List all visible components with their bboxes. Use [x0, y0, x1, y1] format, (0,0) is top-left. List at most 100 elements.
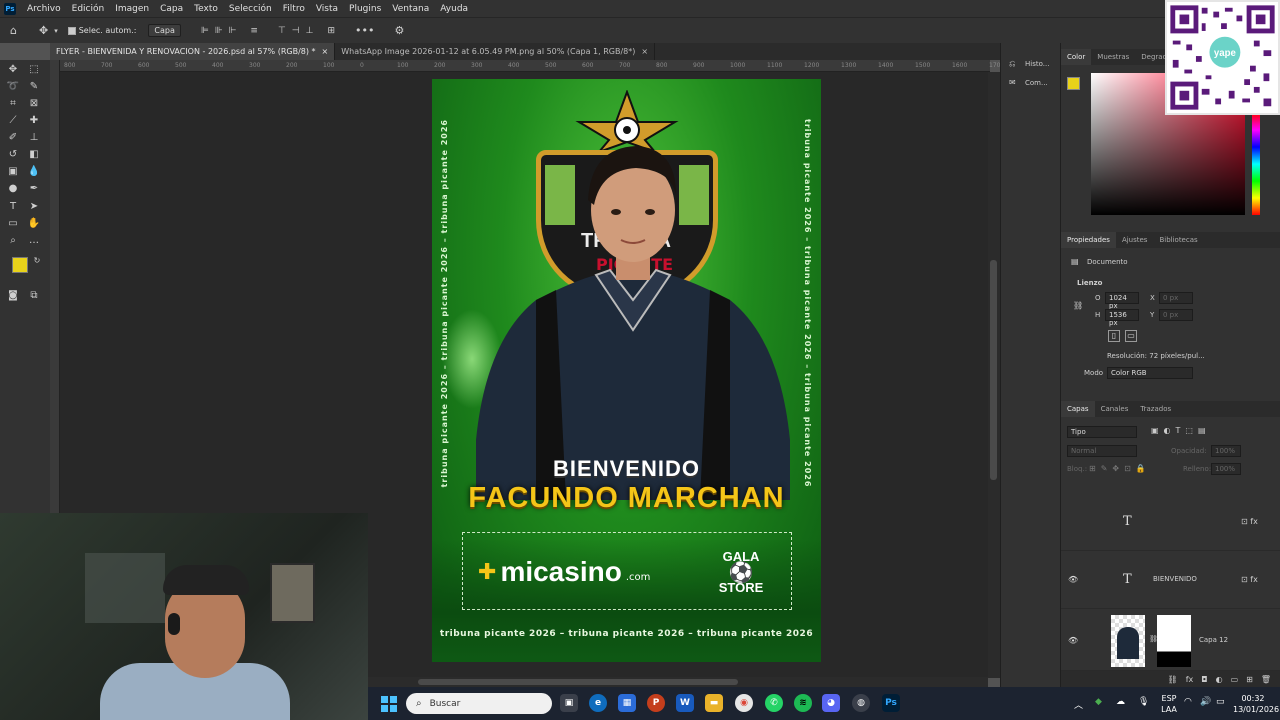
- vertical-scroll-thumb[interactable]: [990, 260, 997, 480]
- quick-select-tool-icon[interactable]: ✎: [27, 80, 41, 94]
- eraser-tool-icon[interactable]: ◧: [27, 148, 41, 162]
- fill-field[interactable]: 100%: [1211, 463, 1241, 475]
- link-icon[interactable]: ⛓: [1073, 301, 1083, 310]
- visibility-eye-icon[interactable]: 👁: [1068, 636, 1078, 645]
- align-bottom-icon[interactable]: ⊥: [306, 26, 314, 36]
- x-field[interactable]: 0 px: [1159, 292, 1193, 304]
- auto-select-checkbox[interactable]: Selec. autom.:: [67, 26, 136, 35]
- history-brush-icon[interactable]: ↺: [6, 148, 20, 162]
- adjustment-layer-icon[interactable]: ◐: [1216, 675, 1223, 684]
- horizontal-scroll-thumb[interactable]: [418, 679, 738, 685]
- tray-chevron-icon[interactable]: ︿: [1074, 698, 1083, 711]
- more-options-icon[interactable]: •••: [355, 24, 374, 37]
- align-left-icon[interactable]: ⊫: [201, 26, 209, 36]
- layer-filter-dropdown[interactable]: Tipo: [1067, 426, 1137, 438]
- portrait-orientation-icon[interactable]: ▯: [1108, 330, 1120, 342]
- distribute-vertical-icon[interactable]: ⊞: [327, 26, 335, 36]
- settings-gear-icon[interactable]: ⚙: [394, 24, 404, 37]
- align-right-icon[interactable]: ⊩: [229, 26, 237, 36]
- menu-filtro[interactable]: Filtro: [278, 4, 311, 14]
- new-group-icon[interactable]: ▭: [1231, 675, 1239, 684]
- file-explorer-icon[interactable]: ▬: [705, 694, 723, 712]
- layer-mask-thumbnail[interactable]: [1157, 615, 1191, 667]
- chevron-down-icon[interactable]: ▾: [54, 27, 58, 35]
- pen-tool-icon[interactable]: ✒: [27, 182, 41, 196]
- spotify-icon[interactable]: ≋: [794, 694, 812, 712]
- comments-icon[interactable]: ✉: [1009, 78, 1016, 87]
- menu-imagen[interactable]: Imagen: [110, 4, 155, 14]
- close-icon[interactable]: ×: [641, 47, 648, 56]
- layer-row[interactable]: 👁 ⛓ Capa 12: [1061, 611, 1280, 671]
- taskbar-search[interactable]: ⌕ Buscar: [406, 693, 552, 714]
- photoshop-taskbar-icon[interactable]: Ps: [882, 694, 900, 712]
- screen-mode-icon[interactable]: ⧉: [27, 289, 41, 303]
- stamp-tool-icon[interactable]: ⊥: [27, 131, 41, 145]
- tab-capas[interactable]: Capas: [1061, 401, 1095, 417]
- type-tool-icon[interactable]: T: [6, 200, 20, 214]
- distribute-icon[interactable]: ≡: [250, 26, 258, 36]
- align-center-icon[interactable]: ⊪: [215, 26, 223, 36]
- lienzo-section[interactable]: Lienzo: [1077, 279, 1102, 287]
- tab-flyer[interactable]: FLYER - BIENVENIDA Y RENOVACION - 2026.p…: [50, 43, 336, 60]
- menu-ventana[interactable]: Ventana: [387, 4, 435, 14]
- y-field[interactable]: 0 px: [1159, 309, 1193, 321]
- zoom-tool-icon[interactable]: ⌕: [6, 234, 20, 248]
- battery-icon[interactable]: ▭: [1216, 697, 1225, 707]
- obs-icon[interactable]: ◍: [852, 694, 870, 712]
- task-view-icon[interactable]: ▣: [560, 694, 578, 712]
- opacity-field[interactable]: 100%: [1211, 445, 1241, 457]
- history-panel-label[interactable]: Histo...: [1025, 60, 1049, 68]
- taskbar-clock[interactable]: 00:32 13/01/2026: [1233, 693, 1279, 715]
- dodge-tool-icon[interactable]: ●: [6, 182, 20, 196]
- home-icon[interactable]: ⌂: [10, 24, 17, 37]
- tab-color[interactable]: Color: [1061, 49, 1092, 65]
- landscape-orientation-icon[interactable]: ▭: [1125, 330, 1137, 342]
- chrome-icon[interactable]: ◉: [735, 694, 753, 712]
- foreground-color-swatch[interactable]: [12, 257, 28, 273]
- delete-layer-icon[interactable]: 🗑: [1261, 675, 1271, 684]
- tab-ajustes[interactable]: Ajustes: [1116, 236, 1154, 244]
- menu-archivo[interactable]: Archivo: [22, 4, 67, 14]
- brush-tool-icon[interactable]: ✐: [6, 131, 20, 145]
- gradient-tool-icon[interactable]: ▣: [6, 165, 20, 179]
- onedrive-icon[interactable]: ☁: [1116, 697, 1125, 707]
- more-tools-icon[interactable]: …: [27, 234, 41, 248]
- menu-plugins[interactable]: Plugins: [344, 4, 387, 14]
- healing-brush-icon[interactable]: ✚: [27, 114, 41, 128]
- keyboard-language[interactable]: ESP LAA: [1160, 693, 1178, 715]
- auto-select-dropdown[interactable]: Capa: [148, 24, 181, 37]
- color-fg-swatch[interactable]: [1067, 77, 1080, 90]
- lasso-tool-icon[interactable]: ➰: [6, 80, 20, 94]
- frame-tool-icon[interactable]: ⊠: [27, 97, 41, 111]
- word-icon[interactable]: W: [676, 694, 694, 712]
- rectangle-tool-icon[interactable]: ▭: [6, 217, 20, 231]
- layer-filter-icons[interactable]: ▣◐T⬚▤: [1151, 426, 1211, 435]
- windows-start-icon[interactable]: [381, 696, 397, 712]
- align-middle-icon[interactable]: ⊣: [292, 26, 300, 36]
- layer-row[interactable]: T ⊡ fx: [1061, 495, 1280, 551]
- mode-dropdown[interactable]: Color RGB: [1107, 367, 1193, 379]
- height-field[interactable]: 1536 px: [1105, 309, 1139, 327]
- new-layer-icon[interactable]: ⊞: [1246, 675, 1253, 684]
- tab-trazados[interactable]: Trazados: [1134, 405, 1177, 413]
- menu-vista[interactable]: Vista: [311, 4, 344, 14]
- comments-panel-label[interactable]: Com...: [1025, 79, 1048, 87]
- add-mask-icon[interactable]: ◘: [1201, 675, 1207, 684]
- path-select-tool-icon[interactable]: ➤: [27, 200, 41, 214]
- link-layers-icon[interactable]: ⛓: [1168, 675, 1178, 684]
- menu-seleccion[interactable]: Selección: [224, 4, 278, 14]
- close-icon[interactable]: ×: [322, 47, 329, 56]
- tab-bibliotecas[interactable]: Bibliotecas: [1153, 236, 1203, 244]
- tab-whatsapp-image[interactable]: WhatsApp Image 2026-01-12 at 6.05.49 PM.…: [335, 43, 656, 60]
- layer-fx-icon[interactable]: ⊡ fx: [1241, 517, 1258, 526]
- blend-mode-dropdown[interactable]: Normal: [1067, 445, 1137, 457]
- tab-muestras[interactable]: Muestras: [1091, 53, 1135, 61]
- eyedropper-tool-icon[interactable]: ⟋: [6, 114, 20, 128]
- layer-row[interactable]: 👁 T BIENVENIDO ⊡ fx: [1061, 553, 1280, 609]
- store-icon[interactable]: ▦: [618, 694, 636, 712]
- volume-icon[interactable]: 🔊: [1200, 697, 1211, 707]
- wifi-icon[interactable]: ◠: [1184, 697, 1192, 707]
- tray-app-icon[interactable]: ◆: [1095, 697, 1102, 707]
- move-tool-icon[interactable]: ✥: [39, 24, 48, 37]
- menu-edicion[interactable]: Edición: [67, 4, 111, 14]
